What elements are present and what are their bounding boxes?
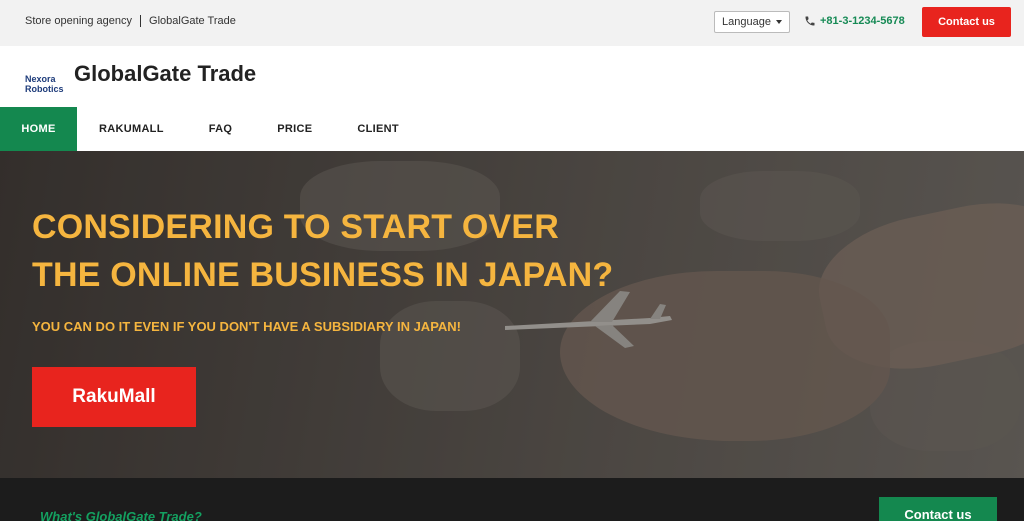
hero-headline: CONSIDERING TO START OVER THE ONLINE BUS… (32, 203, 613, 299)
contact-us-button-secondary[interactable]: Contact us (879, 497, 997, 521)
about-section: What's GlobalGate Trade? Contact us (0, 478, 1024, 521)
tagline-divider (140, 15, 142, 27)
section-title: What's GlobalGate Trade? (40, 509, 202, 521)
hero-subheadline: YOU CAN DO IT EVEN IF YOU DON'T HAVE A S… (32, 319, 462, 334)
tagline: Store opening agency GlobalGate Trade (25, 15, 236, 27)
nav-item-price[interactable]: PRICE (277, 107, 312, 151)
nav-item-faq[interactable]: FAQ (209, 107, 233, 151)
nav-item-rakumall[interactable]: RAKUMALL (99, 107, 164, 151)
nav-item-client[interactable]: CLIENT (357, 107, 399, 151)
phone-number: +81-3-1234-5678 (820, 15, 905, 27)
language-selector[interactable]: Language (714, 11, 790, 33)
phone-link[interactable]: +81-3-1234-5678 (804, 15, 905, 27)
rakumall-button[interactable]: RakuMall (32, 367, 196, 427)
contact-us-button[interactable]: Contact us (922, 7, 1011, 37)
site-title[interactable]: GlobalGate Trade (74, 61, 256, 87)
hero-overlay (0, 151, 1024, 478)
tagline-agency: Store opening agency (25, 15, 133, 27)
logo-line-1: Nexora (25, 74, 56, 84)
main-nav: HOME RAKUMALL FAQ PRICE CLIENT (0, 107, 399, 151)
caret-down-icon (775, 20, 782, 24)
tagline-brand: GlobalGate Trade (149, 15, 236, 27)
phone-icon (805, 16, 815, 26)
language-label: Language (722, 16, 771, 28)
hero-banner: CONSIDERING TO START OVER THE ONLINE BUS… (0, 151, 1024, 478)
logo-line-2: Robotics (25, 84, 64, 94)
company-logo[interactable]: Nexora Robotics (25, 74, 69, 94)
hero-headline-line-1: CONSIDERING TO START OVER (32, 208, 560, 246)
hero-headline-line-2: THE ONLINE BUSINESS IN JAPAN? (32, 256, 614, 294)
nav-item-home[interactable]: HOME (0, 107, 77, 151)
top-bar: Store opening agency GlobalGate Trade La… (0, 0, 1024, 46)
